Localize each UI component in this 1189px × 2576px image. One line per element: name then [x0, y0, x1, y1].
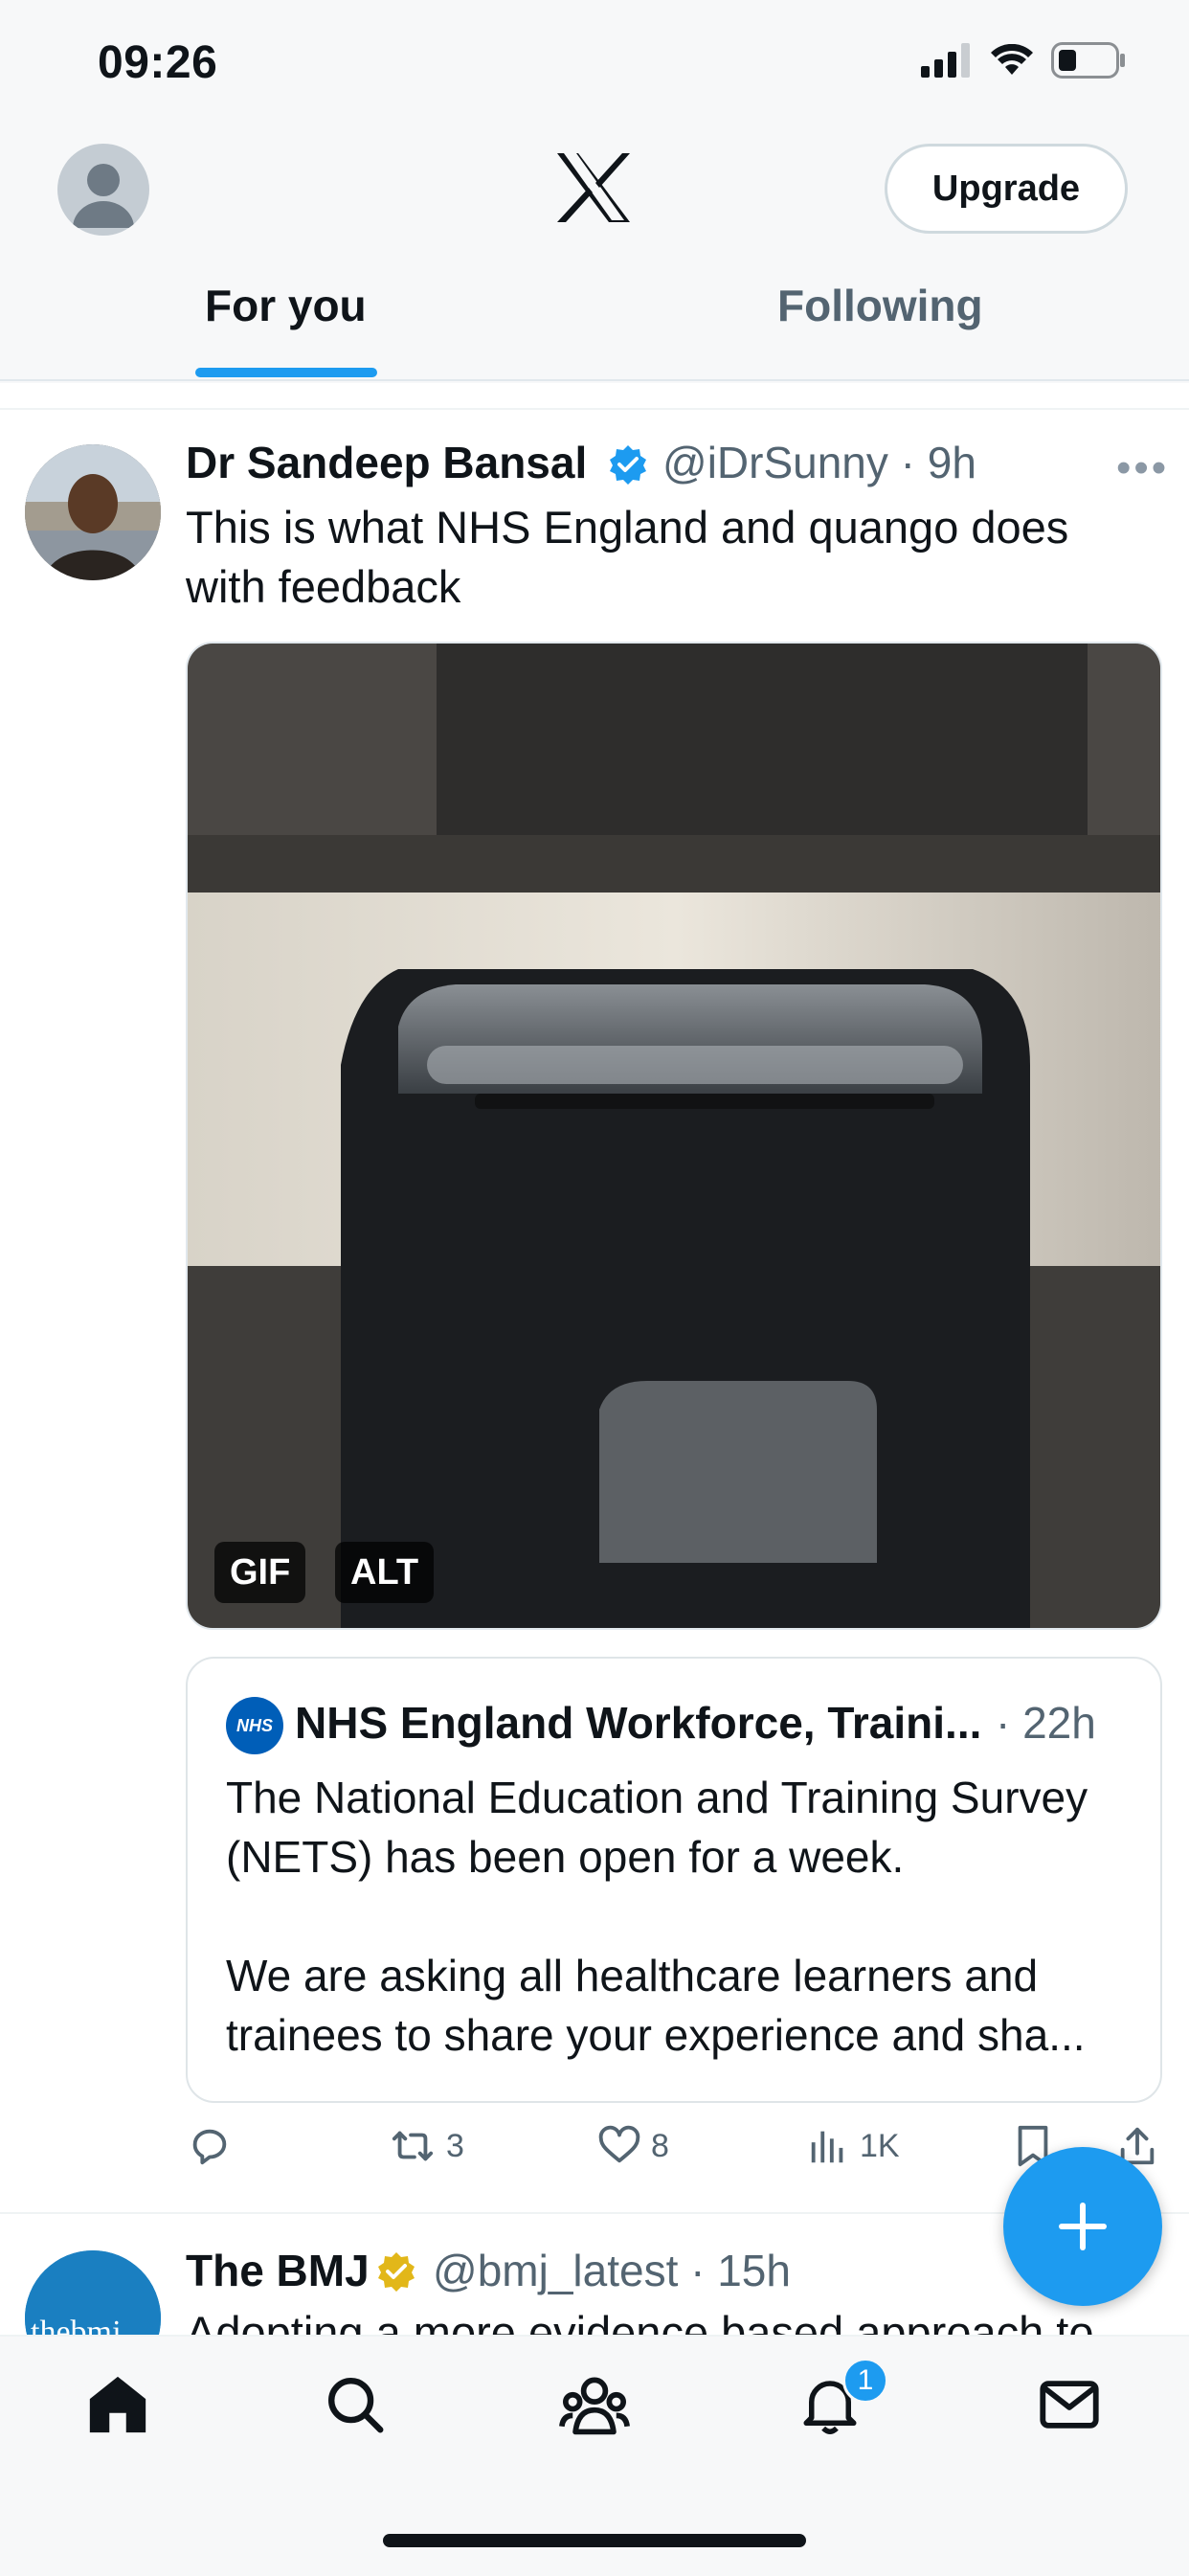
verified-badge-icon — [607, 443, 649, 490]
messages-icon[interactable] — [1036, 2371, 1103, 2443]
header-divider — [0, 379, 1189, 381]
active-tab-indicator — [195, 368, 377, 377]
retweet-count: 3 — [446, 2127, 464, 2164]
gif-badge: GIF — [214, 1542, 306, 1603]
author-name[interactable]: Dr Sandeep Bansal — [186, 437, 587, 488]
status-time: 09:26 — [98, 37, 218, 88]
reply-icon — [192, 2129, 227, 2165]
quoted-text: The National Education and Training Surv… — [226, 1773, 1088, 2060]
retweet-button[interactable]: 3 — [389, 2124, 464, 2168]
notification-count-badge: 1 — [842, 2358, 888, 2404]
search-icon[interactable] — [322, 2371, 389, 2443]
retweet-icon — [392, 2131, 434, 2161]
quoted-author-name: NHS England Workforce, Traini... — [295, 1698, 982, 1748]
x-logo-icon[interactable] — [555, 151, 632, 229]
compose-button[interactable] — [1003, 2147, 1162, 2306]
home-indicator — [383, 2534, 806, 2547]
heart-icon — [598, 2125, 640, 2163]
like-button[interactable]: 8 — [597, 2124, 669, 2168]
feed-divider — [0, 408, 1189, 410]
like-count: 8 — [651, 2127, 669, 2164]
reply-button[interactable] — [188, 2124, 241, 2168]
more-options-icon[interactable]: ••• — [1116, 444, 1169, 492]
nhs-logo-icon: NHS — [226, 1697, 283, 1754]
user-silhouette-icon — [73, 164, 134, 228]
avatar-photo — [25, 444, 161, 580]
tweet-media-gif[interactable]: GIF ALT — [186, 642, 1162, 1630]
wifi-icon — [991, 44, 1033, 75]
author-handle[interactable]: @bmj_latest · 15h — [433, 2245, 791, 2296]
media-still — [188, 644, 1160, 1628]
gold-verified-badge-icon — [375, 2250, 417, 2297]
author-avatar[interactable] — [25, 444, 161, 580]
tab-for-you[interactable]: For you — [205, 280, 367, 331]
upgrade-button[interactable]: Upgrade — [885, 144, 1128, 234]
views-chart-icon — [811, 2131, 843, 2163]
alt-badge[interactable]: ALT — [335, 1542, 435, 1603]
plus-icon — [1059, 2203, 1107, 2250]
signal-icon — [921, 43, 970, 78]
views-count: 1K — [860, 2127, 900, 2164]
views-button[interactable]: 1K — [806, 2124, 900, 2168]
tweet-text: This is what NHS England and quango does… — [186, 502, 1069, 612]
author-name[interactable]: The BMJ — [186, 2245, 370, 2296]
profile-avatar[interactable] — [57, 144, 149, 236]
communities-icon[interactable] — [559, 2371, 630, 2443]
tab-following[interactable]: Following — [777, 280, 983, 331]
status-icons — [921, 42, 1128, 79]
home-icon[interactable] — [84, 2371, 151, 2443]
quoted-timestamp: · 22h — [996, 1698, 1096, 1748]
battery-icon — [1051, 42, 1125, 79]
author-handle[interactable]: @iDrSunny · 9h — [662, 437, 976, 488]
